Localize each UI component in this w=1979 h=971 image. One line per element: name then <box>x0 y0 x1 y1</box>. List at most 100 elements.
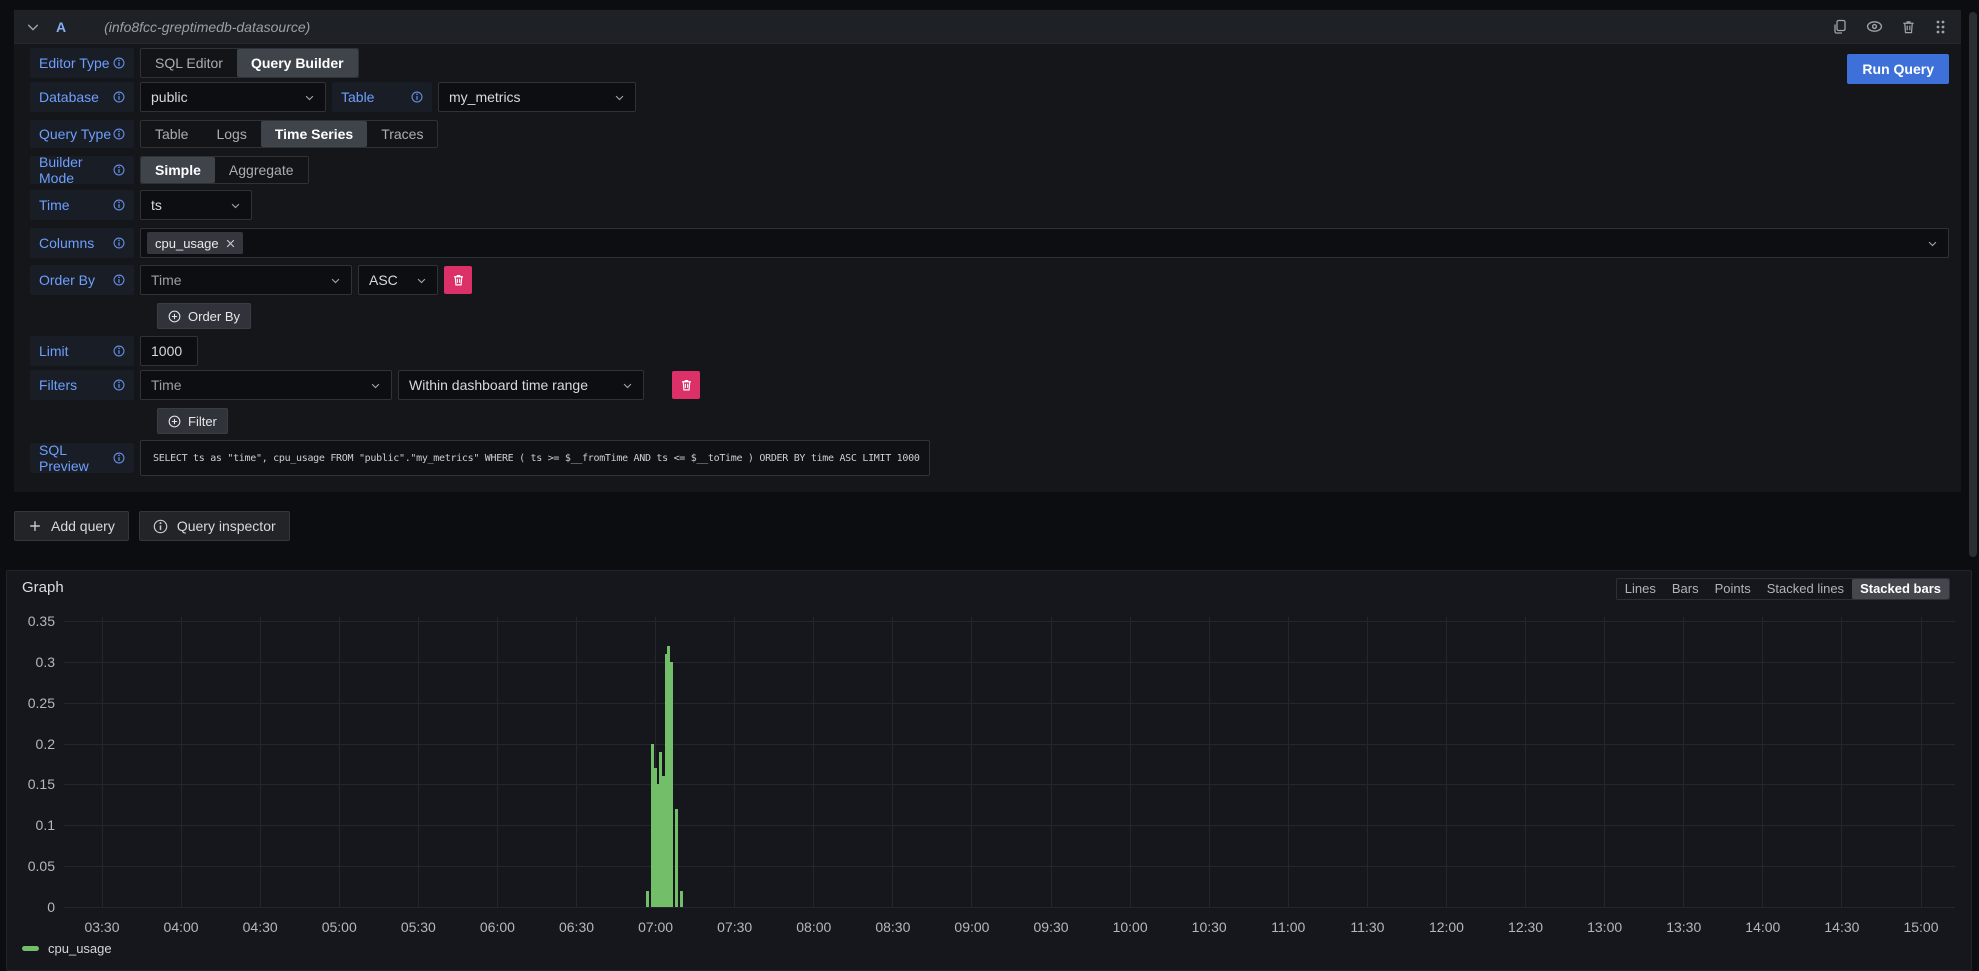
graph-panel: Graph LinesBarsPointsStacked linesStacke… <box>6 570 1972 971</box>
v-gridline <box>813 617 814 907</box>
v-gridline <box>576 617 577 907</box>
row-add-order-by: Order By <box>157 303 251 329</box>
filter-delete-button[interactable] <box>672 371 700 399</box>
x-axis-tick-label: 14:00 <box>1728 919 1798 935</box>
editor-type-switch-option-sql-editor[interactable]: SQL Editor <box>141 49 237 77</box>
remove-icon[interactable] <box>226 239 235 248</box>
info-icon <box>113 379 125 391</box>
sql-preview-text: SELECT ts as "time", cpu_usage FROM "pub… <box>153 453 920 464</box>
filter-condition-select[interactable]: Within dashboard time range <box>398 370 644 400</box>
legend-item-cpu-usage[interactable]: cpu_usage <box>22 941 112 956</box>
column-chip-label: cpu_usage <box>155 236 219 251</box>
query-type-switch-option-time-series[interactable]: Time Series <box>261 121 367 147</box>
v-gridline <box>1762 617 1763 907</box>
copy-icon[interactable] <box>1832 19 1848 35</box>
x-axis-tick-label: 04:00 <box>146 919 216 935</box>
v-gridline <box>102 617 103 907</box>
drag-handle-icon[interactable] <box>1934 19 1947 35</box>
table-select[interactable]: my_metrics <box>438 82 636 112</box>
x-axis-tick-label: 08:30 <box>858 919 928 935</box>
v-gridline <box>1446 617 1447 907</box>
row-columns: Columns cpu_usage <box>30 228 1949 258</box>
h-gridline <box>64 825 1955 826</box>
sql-preview-box: SELECT ts as "time", cpu_usage FROM "pub… <box>140 440 930 476</box>
v-gridline <box>892 617 893 907</box>
trash-icon <box>680 378 693 392</box>
y-axis-tick-label: 0.35 <box>7 613 55 629</box>
columns-multiselect[interactable]: cpu_usage <box>140 228 1949 258</box>
graph-panel-title: Graph <box>22 579 64 596</box>
database-label: Database <box>30 82 134 112</box>
h-gridline <box>64 744 1955 745</box>
chevron-down-icon <box>1927 238 1938 249</box>
v-gridline <box>1604 617 1605 907</box>
graph-display-mode-switch-option-lines[interactable]: Lines <box>1617 579 1664 599</box>
chevron-down-icon <box>322 275 341 286</box>
v-gridline <box>734 617 735 907</box>
vertical-scrollbar[interactable] <box>1969 12 1977 557</box>
add-order-by-button[interactable]: Order By <box>157 303 251 329</box>
v-gridline <box>260 617 261 907</box>
query-type-switch: TableLogsTime SeriesTraces <box>140 120 438 148</box>
graph-display-mode-switch-option-stacked-lines[interactable]: Stacked lines <box>1759 579 1852 599</box>
x-axis-tick-label: 07:00 <box>621 919 691 935</box>
h-gridline <box>64 907 1955 908</box>
run-query-button[interactable]: Run Query <box>1847 54 1949 84</box>
query-type-switch-option-traces[interactable]: Traces <box>367 121 437 147</box>
y-axis-tick-label: 0 <box>7 899 55 915</box>
builder-mode-switch-option-simple[interactable]: Simple <box>141 157 215 183</box>
editor-type-label: Editor Type <box>30 48 134 78</box>
trash-icon <box>452 273 465 287</box>
eye-icon[interactable] <box>1866 18 1883 35</box>
legend-swatch <box>22 946 39 951</box>
row-order-by: Order By Time ASC <box>30 265 472 295</box>
plus-circle-icon <box>168 310 181 323</box>
graph-display-mode-switch-option-points[interactable]: Points <box>1707 579 1759 599</box>
v-gridline <box>497 617 498 907</box>
query-type-switch-option-logs[interactable]: Logs <box>202 121 260 147</box>
order-by-column-select[interactable]: Time <box>140 265 352 295</box>
query-header[interactable]: A (info8fcc-greptimedb-datasource) <box>14 10 1961 44</box>
row-editor-type: Editor Type SQL EditorQuery Builder <box>30 48 359 78</box>
info-icon <box>113 57 125 69</box>
info-circle-icon <box>153 519 168 534</box>
trash-icon[interactable] <box>1901 19 1916 35</box>
y-axis-tick-label: 0.05 <box>7 858 55 874</box>
chevron-down-icon[interactable] <box>26 20 40 34</box>
chevron-down-icon <box>296 92 315 103</box>
add-filter-button[interactable]: Filter <box>157 408 228 434</box>
order-by-delete-button[interactable] <box>444 266 472 294</box>
info-icon <box>113 164 125 176</box>
x-axis-tick-label: 05:00 <box>304 919 374 935</box>
v-gridline <box>1051 617 1052 907</box>
query-inspector-button[interactable]: Query inspector <box>139 511 290 541</box>
column-chip-cpu-usage[interactable]: cpu_usage <box>147 232 243 254</box>
row-time: Time ts <box>30 190 252 220</box>
editor-type-switch-option-query-builder[interactable]: Query Builder <box>237 49 358 77</box>
time-label: Time <box>30 190 134 220</box>
x-axis-tick-label: 13:00 <box>1570 919 1640 935</box>
graph-display-mode-switch-option-stacked-bars[interactable]: Stacked bars <box>1852 579 1949 599</box>
filter-column-select[interactable]: Time <box>140 370 392 400</box>
datasource-name: (info8fcc-greptimedb-datasource) <box>104 19 310 35</box>
query-ref-id: A <box>56 19 66 35</box>
time-column-select[interactable]: ts <box>140 190 252 220</box>
builder-mode-switch-option-aggregate[interactable]: Aggregate <box>215 157 308 183</box>
x-axis-tick-label: 10:30 <box>1174 919 1244 935</box>
add-query-button[interactable]: Add query <box>14 511 129 541</box>
graph-display-mode-switch-option-bars[interactable]: Bars <box>1664 579 1707 599</box>
table-label: Table <box>332 82 432 112</box>
row-filters: Filters Time Within dashboard time range <box>30 370 700 400</box>
limit-input[interactable] <box>140 336 198 366</box>
plus-circle-icon <box>168 415 181 428</box>
v-gridline <box>1367 617 1368 907</box>
database-select[interactable]: public <box>140 82 326 112</box>
info-icon <box>113 345 125 357</box>
info-icon <box>113 199 125 211</box>
y-axis-tick-label: 0.2 <box>7 736 55 752</box>
query-type-switch-option-table[interactable]: Table <box>141 121 202 147</box>
y-axis-tick-label: 0.1 <box>7 817 55 833</box>
order-by-direction-select[interactable]: ASC <box>358 265 438 295</box>
chevron-down-icon <box>362 380 381 391</box>
plus-icon <box>28 519 42 533</box>
